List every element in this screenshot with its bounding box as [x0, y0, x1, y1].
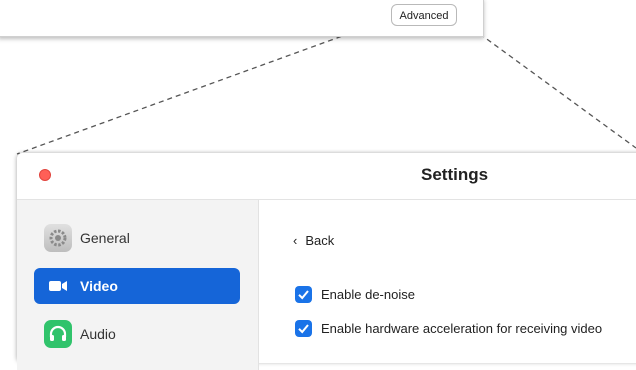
sidebar-item-video[interactable]: Video: [34, 268, 240, 304]
hardware-acceleration-checkbox[interactable]: [295, 320, 312, 337]
window-title: Settings: [421, 165, 489, 184]
settings-window: Settings General Video Audio ‹ Back Enab…: [17, 153, 636, 370]
sidebar-item-label: Video: [80, 278, 118, 294]
video-camera-icon: [44, 272, 72, 300]
sidebar-item-general[interactable]: General: [34, 220, 240, 256]
chevron-left-icon: ‹: [293, 233, 298, 248]
sidebar-item-label: General: [80, 230, 130, 246]
denoise-checkbox[interactable]: [295, 286, 312, 303]
gear-icon: [44, 224, 72, 252]
parent-window-fragment: Advanced: [0, 0, 484, 37]
titlebar: Settings: [17, 153, 636, 200]
settings-content: ‹ Back Enable de-noise Enable hardware ac…: [259, 200, 636, 370]
settings-sidebar: General Video Audio: [17, 200, 259, 370]
option-label: Enable hardware acceleration for receivi…: [321, 321, 603, 336]
checkmark-icon: [298, 290, 309, 300]
back-label: Back: [305, 233, 335, 248]
sidebar-item-label: Audio: [80, 326, 116, 342]
headphones-icon: [44, 320, 72, 348]
sidebar-item-audio[interactable]: Audio: [34, 316, 240, 352]
close-window-button[interactable]: [39, 169, 51, 181]
checkmark-icon: [298, 324, 309, 334]
back-button[interactable]: ‹ Back: [293, 233, 334, 248]
option-label: Enable de-noise: [321, 287, 415, 302]
advanced-button[interactable]: Advanced: [391, 4, 457, 26]
